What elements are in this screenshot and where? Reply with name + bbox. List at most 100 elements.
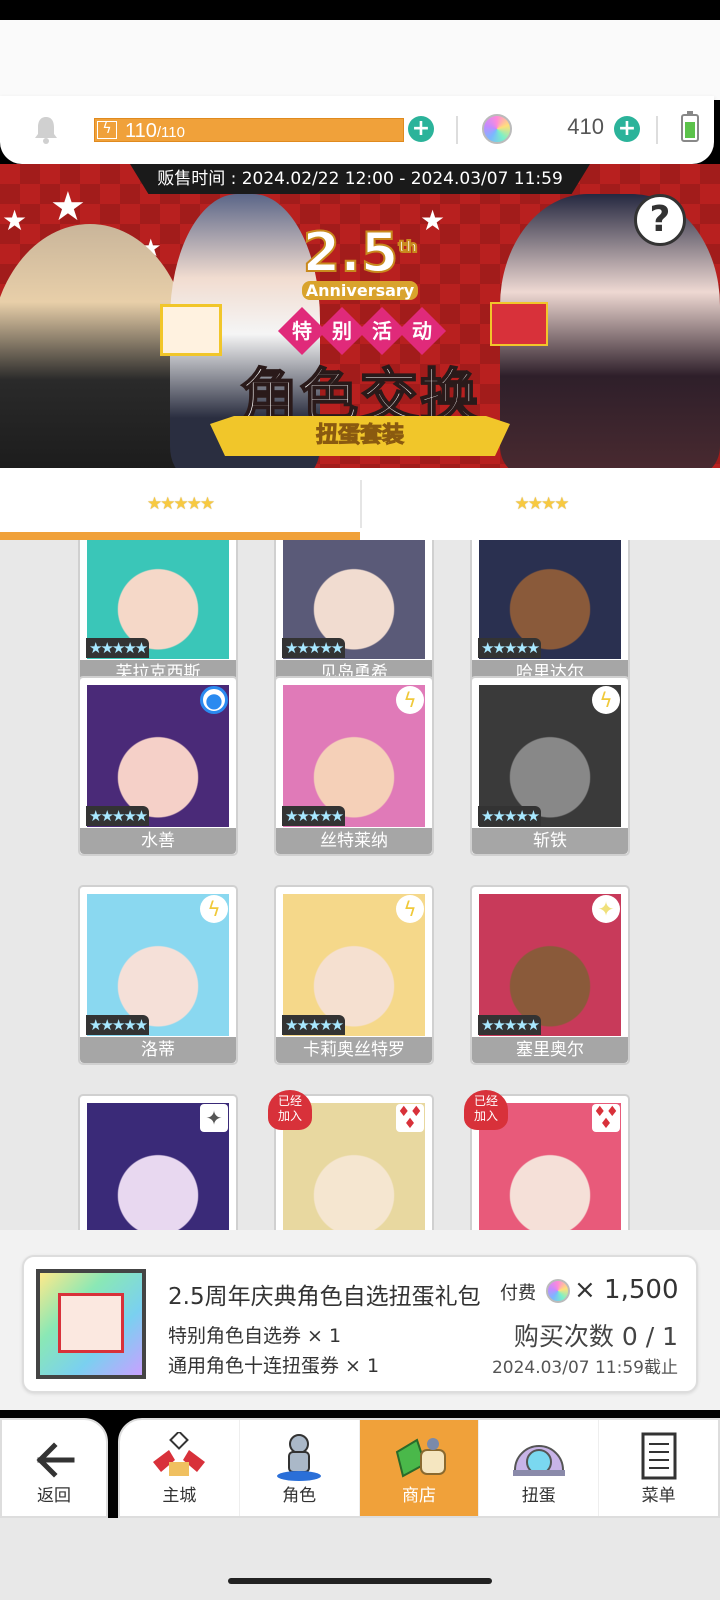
rarity-stars: ★★★★★	[86, 638, 150, 658]
nav-label: 菜单	[641, 1486, 676, 1506]
five-star-icon: ★★★★★	[146, 494, 215, 514]
tab-four-star[interactable]: ★★★★	[362, 468, 720, 540]
tab-five-star[interactable]: ★★★★★	[0, 468, 360, 540]
character-card[interactable]: ✦	[78, 1094, 238, 1230]
character-name: 卡莉奥丝特罗	[276, 1037, 432, 1063]
divider	[456, 116, 458, 144]
rarity-tabs: ★★★★★ ★★★★	[0, 468, 720, 540]
nav-label: 主城	[162, 1486, 197, 1506]
arrow-left-icon	[36, 1442, 75, 1478]
event-banner: ★ ★ ★ ★ 贩售时间 : 2024.02/22 12:00 - 2024.0…	[0, 164, 720, 468]
rarity-stars: ★★★★★	[282, 1015, 346, 1035]
nav-item-main-city[interactable]: 主城	[120, 1420, 240, 1516]
character-name: 斩铁	[472, 828, 628, 854]
paid-label: 付费	[500, 1283, 536, 1304]
nav-bar: 主城 角色 商店 扭蛋 菜单	[118, 1418, 720, 1518]
castle-icon	[153, 1432, 206, 1476]
envelope-icon	[58, 1293, 124, 1353]
character-card[interactable]: ★★★★★ 哈里达尔	[470, 540, 630, 688]
dark-icon: ✦	[200, 1104, 228, 1132]
bottom-navigation: 返回 主城 角色 商店 扭蛋 菜单	[0, 1418, 720, 1518]
back-label: 返回	[37, 1486, 71, 1506]
pack-icon	[36, 1269, 146, 1379]
lightning-icon: ϟ	[97, 121, 117, 139]
pack-item: 通用角色十连扭蛋券 × 1	[168, 1355, 380, 1377]
stamina-value: 110/110	[125, 120, 185, 142]
fire-icon: ♦♦ ♦	[396, 1104, 424, 1132]
rarity-stars: ★★★★★	[478, 806, 542, 826]
rarity-stars: ★★★★★	[282, 638, 346, 658]
water-icon: ●	[200, 686, 228, 714]
joined-badge: 已经 加入	[464, 1090, 508, 1130]
sale-time: 贩售时间 : 2024.02/22 12:00 - 2024.03/07 11:…	[130, 164, 590, 194]
rarity-stars: ★★★★★	[86, 806, 150, 826]
help-button[interactable]: ?	[634, 194, 686, 246]
lightning-icon: ϟ	[396, 686, 424, 714]
character-card[interactable]: ♦♦ ♦ 已经 加入	[268, 1090, 434, 1230]
character-grid: ★★★★★ 芙拉克西斯 ★★★★★ 见岛勇希 ★★★★★ 哈里达尔 ★★★★★ 水善 ● ★★★★…	[0, 540, 720, 1230]
home-gesture-bar[interactable]	[228, 1578, 492, 1584]
character-name: 水善	[80, 828, 236, 854]
gem-icon	[546, 1279, 570, 1303]
nav-label: 角色	[282, 1486, 317, 1506]
shop-icon	[395, 1438, 446, 1478]
pack-item: 特别角色自选券 × 1	[168, 1325, 342, 1347]
rarity-stars: ★★★★★	[282, 806, 346, 826]
character-name: 丝特莱纳	[276, 828, 432, 854]
nav-item-shop[interactable]: 商店	[359, 1420, 480, 1516]
character-card[interactable]: ★★★★★ 见岛勇希	[274, 540, 434, 688]
character-card[interactable]: ★★★★★ 洛蒂 ϟ	[78, 885, 238, 1065]
character-card[interactable]: ★★★★★ 水善 ●	[78, 676, 238, 856]
star-decoration: ★	[2, 204, 28, 237]
character-name: 塞里奥尔	[472, 1037, 628, 1063]
character-card[interactable]: ★★★★★ 塞里奥尔 ✦	[470, 885, 630, 1065]
gem-icon	[482, 114, 512, 144]
system-status-bar	[0, 0, 720, 20]
tab-active-indicator	[0, 532, 360, 540]
battery-icon	[681, 111, 699, 142]
light-icon: ✦	[592, 895, 620, 923]
banner-ribbon: 扭蛋套装	[210, 416, 510, 456]
character-name: 洛蒂	[80, 1037, 236, 1063]
gesture-area	[0, 1518, 720, 1600]
character-card[interactable]: ♦♦ ♦ 已经 加入	[464, 1090, 630, 1230]
four-star-icon: ★★★★	[514, 494, 570, 514]
nav-label: 扭蛋	[521, 1486, 556, 1506]
divider	[656, 116, 658, 144]
character-card[interactable]: ★★★★★ 斩铁 ϟ	[470, 676, 630, 856]
lightning-icon: ϟ	[200, 895, 228, 923]
character-icon	[277, 1434, 322, 1481]
lightning-icon: ϟ	[396, 895, 424, 923]
character-card[interactable]: ★★★★★ 丝特莱纳 ϟ	[274, 676, 434, 856]
bell-icon[interactable]	[32, 114, 60, 144]
nav-label: 商店	[401, 1486, 436, 1506]
pack-title: 2.5周年庆典角色自选扭蛋礼包	[168, 1284, 481, 1310]
deadline: 2024.03/07 11:59截止	[491, 1358, 678, 1378]
nav-item-characters[interactable]: 角色	[240, 1420, 360, 1516]
rarity-stars: ★★★★★	[478, 1015, 542, 1035]
purchase-count: 购买次数 0 / 1	[513, 1322, 678, 1351]
top-spacer	[0, 20, 720, 100]
back-button[interactable]: 返回	[0, 1418, 108, 1518]
menu-icon	[641, 1432, 677, 1480]
resource-bar: ϟ 110/110 + 410 +	[0, 96, 714, 164]
add-stamina-button[interactable]: +	[408, 116, 434, 142]
stamina-bar: ϟ 110/110	[94, 118, 404, 142]
character-card[interactable]: ★★★★★ 芙拉克西斯	[78, 540, 238, 688]
star-decoration: ★	[50, 184, 86, 230]
joined-badge: 已经 加入	[268, 1090, 312, 1130]
nav-item-gacha[interactable]: 扭蛋	[479, 1420, 600, 1516]
gacha-ticket-icon	[490, 302, 548, 346]
lightning-icon: ϟ	[592, 686, 620, 714]
fire-icon: ♦♦ ♦	[592, 1104, 620, 1132]
event-tag: 特 别 活 动	[258, 306, 466, 356]
character-card[interactable]: ★★★★★ 卡莉奥丝特罗 ϟ	[274, 885, 434, 1065]
pack-price: × 1,500	[574, 1275, 679, 1305]
add-gems-button[interactable]: +	[614, 116, 640, 142]
gacha-icon	[512, 1445, 565, 1476]
rarity-stars: ★★★★★	[478, 638, 542, 658]
gacha-pack-card[interactable]: 2.5周年庆典角色自选扭蛋礼包 付费 × 1,500 特别角色自选券 × 1 通…	[22, 1255, 698, 1393]
anniversary-logo: 2.5th Anniversary	[302, 221, 418, 300]
gem-count: 410	[567, 114, 604, 139]
nav-item-menu[interactable]: 菜单	[599, 1420, 718, 1516]
